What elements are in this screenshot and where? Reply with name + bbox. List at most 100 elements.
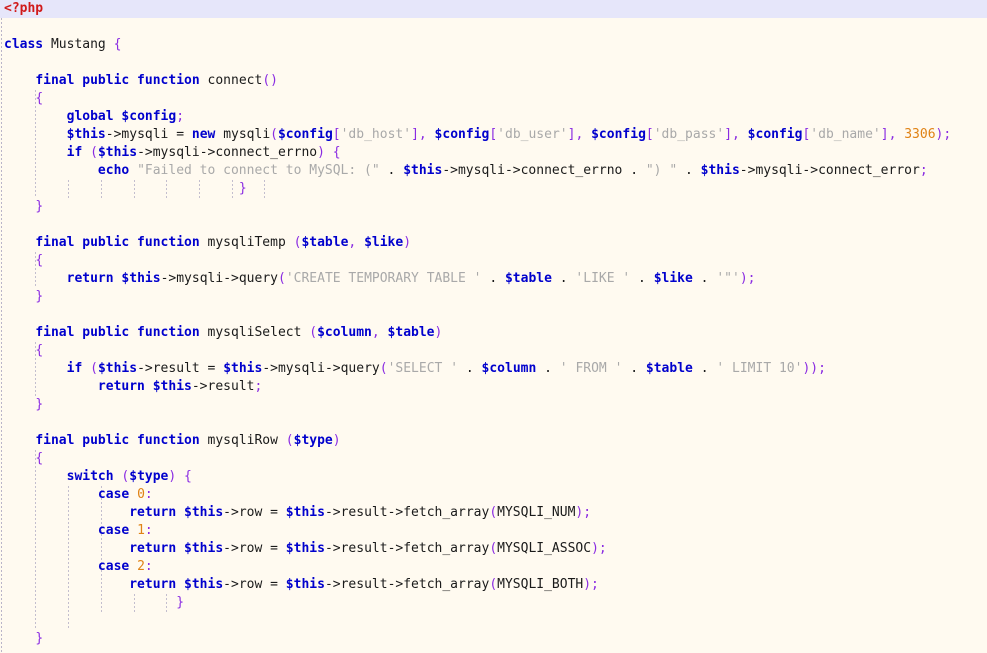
code-token-plain: result — [340, 541, 388, 556]
code-line[interactable]: return $this->row = $this->result->fetch… — [4, 504, 591, 522]
code-token-punc: , — [732, 127, 740, 142]
code-token-plain: -> — [262, 361, 278, 376]
code-line[interactable]: global $config; — [4, 108, 184, 126]
code-line[interactable]: { — [4, 450, 43, 468]
code-token-str: 'db_pass' — [653, 127, 725, 142]
code-line[interactable]: switch ($type) { — [4, 468, 192, 486]
code-token-punc: ( — [489, 505, 498, 520]
code-token-plain: connect_errno — [520, 163, 623, 178]
code-token-plain: -> — [137, 145, 153, 160]
code-token-var: $this — [285, 505, 325, 520]
code-token-punc: ] — [411, 127, 419, 142]
code-line[interactable]: { — [4, 252, 43, 270]
code-token-op: . — [489, 271, 498, 286]
code-token-op: . — [700, 271, 709, 286]
code-token-var: $table — [387, 325, 435, 340]
code-line[interactable]: } — [4, 594, 184, 612]
code-token-var: $like — [364, 235, 404, 250]
code-token-kw: case — [97, 559, 130, 574]
code-line[interactable]: case 2: — [4, 558, 153, 576]
code-line[interactable]: case 1: — [4, 522, 153, 540]
code-line[interactable]: case 0: — [4, 486, 153, 504]
code-token-var: $config — [434, 127, 490, 142]
code-token-punc: } — [35, 631, 44, 646]
code-token-kw: class — [4, 37, 44, 52]
code-line[interactable]: } — [4, 630, 43, 648]
code-line[interactable]: return $this->mysqli->query('CREATE TEMP… — [4, 270, 756, 288]
code-token-plain: mysqliTemp — [207, 235, 286, 250]
code-line[interactable]: } — [4, 396, 43, 414]
code-token-plain: connect_errno — [215, 145, 318, 160]
code-token-punc: () — [262, 73, 278, 88]
code-token-punc: ) — [434, 325, 443, 340]
code-line[interactable]: return $this->row = $this->result->fetch… — [4, 540, 606, 558]
code-token-kw: case — [97, 523, 130, 538]
code-token-str: ") " — [645, 163, 678, 178]
code-line[interactable]: final public function mysqliTemp ($table… — [4, 234, 411, 252]
code-token-plain: -> — [387, 541, 404, 556]
code-token-punc: { — [332, 145, 341, 160]
code-line[interactable]: echo "Failed to connect to MySQL: (" . $… — [4, 162, 928, 180]
code-token-plain: -> — [223, 541, 239, 556]
code-line[interactable]: } — [4, 180, 247, 198]
code-token-punc: ); — [575, 505, 592, 520]
code-line[interactable]: { — [4, 342, 43, 360]
code-token-kw: final public function — [35, 73, 200, 88]
code-token-kw: final public function — [35, 235, 200, 250]
code-line[interactable]: return $this->result; — [4, 378, 262, 396]
code-line[interactable]: } — [4, 198, 43, 216]
code-token-kw: if — [66, 145, 83, 160]
code-line[interactable]: if ($this->result = $this->mysqli->query… — [4, 360, 826, 378]
code-token-str: 'db_name' — [810, 127, 881, 142]
code-token-plain: Mustang — [50, 37, 106, 52]
code-line[interactable]: final public function mysqliRow ($type) — [4, 432, 340, 450]
code-token-punc: { — [35, 451, 44, 466]
code-token-var: $this — [184, 541, 224, 556]
code-token-var: $this — [184, 577, 224, 592]
code-token-var: $this — [184, 505, 224, 520]
code-token-plain: -> — [137, 361, 153, 376]
code-line[interactable]: return $this->row = $this->result->fetch… — [4, 576, 599, 594]
code-line[interactable]: final public function connect() — [4, 72, 278, 90]
code-line[interactable]: } — [4, 288, 43, 306]
code-line[interactable]: if ($this->mysqli->connect_errno) { — [4, 144, 341, 162]
code-token-punc: : — [144, 523, 153, 538]
code-token-var: $config — [747, 127, 803, 142]
code-token-str: '"' — [716, 271, 740, 286]
code-token-plain: -> — [324, 361, 341, 376]
code-line[interactable]: class Mustang { — [4, 36, 121, 54]
code-token-plain: -> — [739, 163, 756, 178]
code-line[interactable]: final public function mysqliSelect ($col… — [4, 324, 442, 342]
code-line[interactable]: $this->mysqli = new mysqli($config['db_h… — [4, 126, 952, 144]
code-line[interactable]: { — [4, 90, 43, 108]
code-viewer[interactable]: <?php class Mustang { final public funct… — [0, 0, 987, 653]
code-token-var: $type — [129, 469, 169, 484]
code-token-plain: -> — [324, 505, 341, 520]
